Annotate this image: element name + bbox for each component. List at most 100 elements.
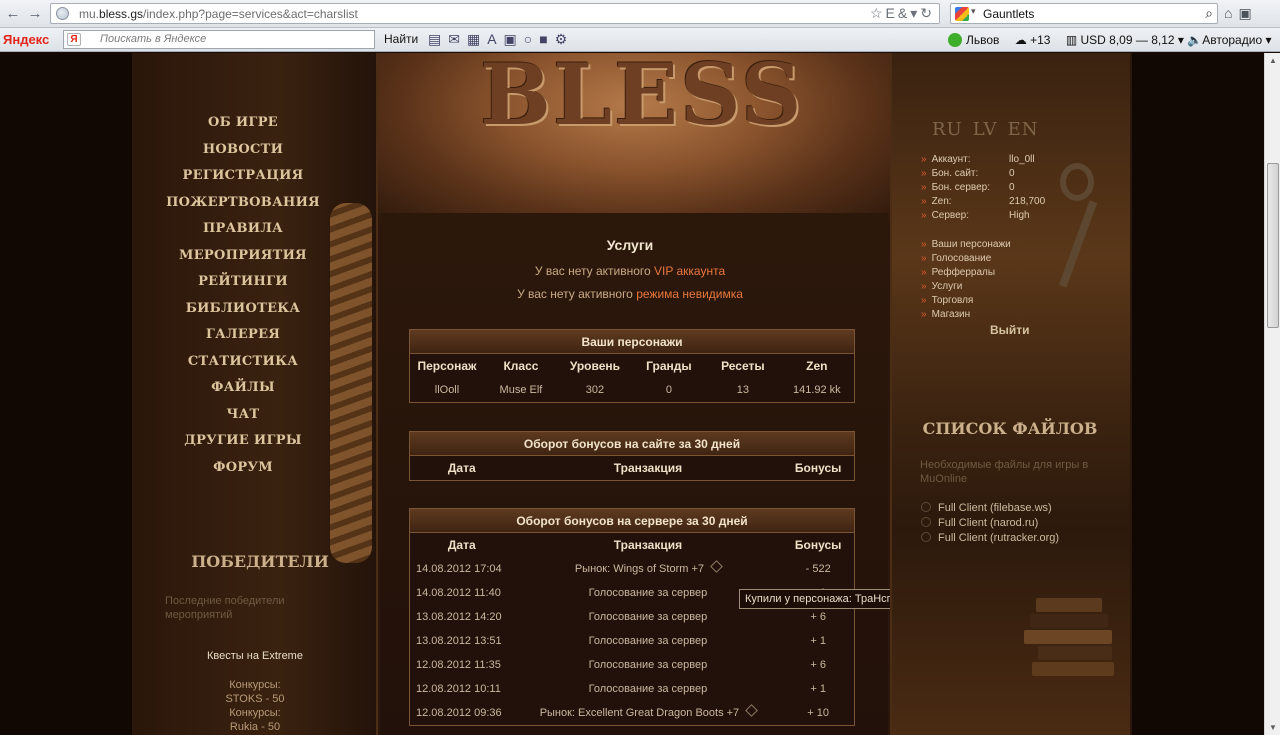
contests-value: Rukia - 50 bbox=[229, 721, 281, 733]
bar-icon[interactable]: ▦ bbox=[467, 31, 487, 47]
info-icon[interactable] bbox=[710, 560, 723, 573]
nav-item-statistics[interactable]: СТАТИСТИКА bbox=[132, 353, 354, 380]
lang-lv[interactable]: LV bbox=[973, 119, 998, 140]
weather[interactable]: +13 bbox=[1030, 33, 1050, 47]
toolbar-icons[interactable]: ▤✉▦A▣○■⚙ bbox=[428, 31, 574, 48]
yandex-search-input[interactable]: Я Поискать в Яндексе bbox=[63, 30, 375, 49]
engine-dropdown-icon[interactable]: ▾ bbox=[971, 6, 976, 17]
url-bar-icons[interactable]: ☆E&▾↻ bbox=[870, 5, 935, 22]
table-row[interactable]: 12.08.2012 09:36 Рынок: Excellent Great … bbox=[410, 701, 854, 725]
forward-arrow-icon[interactable]: → bbox=[26, 5, 44, 23]
file-link[interactable]: Full Client (rutracker.org) bbox=[921, 531, 1059, 546]
chat-icon[interactable]: ○ bbox=[524, 31, 539, 47]
dropdown-icon[interactable]: ▾ bbox=[910, 5, 920, 21]
nav-item-library[interactable]: БИБЛИОТЕКА bbox=[132, 300, 354, 327]
yandex-toolbar: Яндекс Я Поискать в Яндексе Найти ▤✉▦A▣○… bbox=[0, 28, 1280, 52]
col-zen: Zen bbox=[806, 359, 828, 373]
characters-table: Ваши персонажи Персонаж Класс Уровень Гр… bbox=[409, 329, 855, 403]
toolbar-widgets[interactable]: Львов ☁ +13 ▥ USD 8,09 — 8,12 ▾ 🔈Авторад… bbox=[948, 33, 1272, 47]
nav-item-ratings[interactable]: РЕЙТИНГИ bbox=[132, 273, 354, 300]
link-voting[interactable]: Голосование bbox=[921, 252, 1011, 266]
vk-icon[interactable]: ▤ bbox=[428, 31, 448, 47]
nav-item-files[interactable]: ФАЙЛЫ bbox=[132, 379, 354, 406]
city[interactable]: Львов bbox=[966, 33, 999, 47]
col-transaction: Транзакция bbox=[613, 538, 683, 552]
invisible-link[interactable]: режима невидимка bbox=[636, 287, 743, 301]
col-date: Дата bbox=[447, 538, 476, 552]
cell: Muse Elf bbox=[499, 384, 543, 396]
link-referrals[interactable]: Рефферралы bbox=[921, 266, 1011, 280]
settings-gear-icon[interactable]: ⚙ bbox=[555, 31, 575, 47]
file-link[interactable]: Full Client (filebase.ws) bbox=[921, 501, 1059, 516]
info-icon[interactable] bbox=[745, 704, 759, 717]
cell-transaction: Голосование за сервер bbox=[588, 635, 708, 647]
yandex-find-button[interactable]: Найти bbox=[384, 32, 418, 46]
language-switcher: RU LV EN bbox=[932, 119, 1048, 140]
menu-icon[interactable]: ▣ bbox=[1238, 5, 1257, 21]
reload-icon[interactable]: ↻ bbox=[920, 5, 935, 21]
quest-link[interactable]: Квесты на Extreme bbox=[150, 650, 360, 662]
nav-item-gallery[interactable]: ГАЛЕРЕЯ bbox=[132, 326, 354, 353]
scroll-down-icon[interactable]: ▼ bbox=[1268, 723, 1278, 732]
url-text[interactable]: mu.bless.gs/index.php?page=services&act=… bbox=[79, 7, 358, 21]
link-trade[interactable]: Торговля bbox=[921, 294, 1011, 308]
nav-item-donations[interactable]: ПОЖЕРТВОВАНИЯ bbox=[132, 194, 354, 221]
table-title: Оборот бонусов на сервере за 30 дней bbox=[410, 509, 854, 533]
lang-en[interactable]: EN bbox=[1008, 119, 1039, 140]
radio[interactable]: Авторадио bbox=[1202, 33, 1262, 47]
scroll-up-icon[interactable]: ▲ bbox=[1268, 56, 1278, 65]
site-logo[interactable]: BLESS bbox=[480, 53, 802, 144]
currency-dropdown-icon[interactable]: ▾ bbox=[1178, 33, 1184, 47]
search-icon[interactable]: ⌕ bbox=[1205, 5, 1213, 22]
file-link[interactable]: Full Client (narod.ru) bbox=[921, 516, 1059, 531]
home-icon[interactable]: ⌂ bbox=[1224, 5, 1238, 21]
col-transaction: Транзакция bbox=[613, 461, 683, 475]
nav-item-chat[interactable]: ЧАТ bbox=[132, 406, 354, 433]
screen-icon[interactable]: ▣ bbox=[504, 31, 524, 47]
table-row[interactable]: 12.08.2012 10:11 Голосование за сервер +… bbox=[410, 677, 854, 701]
bookmark-star-icon[interactable]: ☆ bbox=[870, 5, 886, 21]
vip-link[interactable]: VIP аккаунта bbox=[654, 264, 725, 278]
ampersand-icon[interactable]: & bbox=[898, 5, 910, 21]
table-row[interactable]: 12.08.2012 11:35 Голосование за сервер +… bbox=[410, 653, 854, 677]
currency[interactable]: USD 8,09 — 8,12 bbox=[1081, 33, 1175, 47]
logout-button[interactable]: Выйти bbox=[990, 323, 1030, 337]
table-header-row: Дата Транзакция Бонусы bbox=[410, 533, 854, 557]
link-services[interactable]: Услуги bbox=[921, 280, 1011, 294]
nav-item-forum[interactable]: ФОРУМ bbox=[132, 459, 354, 486]
file-list: Full Client (filebase.ws) Full Client (n… bbox=[921, 501, 1059, 546]
nav-item-news[interactable]: НОВОСТИ bbox=[132, 141, 354, 168]
table-row[interactable]: 13.08.2012 13:51 Голосование за сервер +… bbox=[410, 629, 854, 653]
table-row[interactable]: 14.08.2012 17:04 Рынок: Wings of Storm +… bbox=[410, 557, 854, 581]
mail-icon[interactable]: ✉ bbox=[448, 31, 467, 47]
search-text[interactable]: Gauntlets bbox=[983, 7, 1034, 21]
nav-item-registration[interactable]: РЕГИСТРАЦИЯ bbox=[132, 167, 354, 194]
books-decoration bbox=[1020, 598, 1116, 688]
color-icon[interactable]: ■ bbox=[539, 31, 554, 47]
table-row[interactable]: llOoll Muse Elf 302 0 13 141.92 kk bbox=[410, 378, 854, 402]
back-arrow-icon[interactable]: ← bbox=[4, 5, 22, 23]
nav-item-about[interactable]: ОБ ИГРЕ bbox=[132, 114, 354, 141]
browser-menu-icons[interactable]: ⌂▣ bbox=[1224, 5, 1258, 22]
link-characters[interactable]: Ваши персонажи bbox=[921, 238, 1011, 252]
bullet-icon bbox=[921, 517, 931, 527]
url-input[interactable]: mu.bless.gs/index.php?page=services&act=… bbox=[50, 3, 940, 24]
radio-dropdown-icon[interactable]: ▾ bbox=[1265, 33, 1271, 47]
page-scrollbar[interactable]: ▲ ▼ bbox=[1264, 53, 1280, 735]
nav-item-other-games[interactable]: ДРУГИЕ ИГРЫ bbox=[132, 432, 354, 459]
scroll-thumb[interactable] bbox=[1267, 163, 1279, 328]
yandex-logo[interactable]: Яндекс bbox=[3, 32, 49, 47]
translate-icon[interactable]: E bbox=[886, 5, 898, 21]
yandex-mark-icon: Я bbox=[67, 33, 81, 46]
bullet-icon bbox=[921, 532, 931, 542]
cell-bonus: - 522 bbox=[805, 563, 831, 575]
nav-item-events[interactable]: МЕРОПРИЯТИЯ bbox=[132, 247, 354, 274]
browser-search-input[interactable]: ▾ Gauntlets ⌕ bbox=[950, 3, 1218, 24]
link-shop[interactable]: Магазин bbox=[921, 308, 1011, 322]
globe-icon bbox=[56, 7, 69, 20]
lang-ru[interactable]: RU bbox=[932, 119, 963, 140]
google-icon[interactable] bbox=[955, 7, 969, 21]
translate-tool-icon[interactable]: A bbox=[487, 31, 503, 47]
cell-date: 13.08.2012 14:20 bbox=[416, 611, 502, 623]
nav-item-rules[interactable]: ПРАВИЛА bbox=[132, 220, 354, 247]
